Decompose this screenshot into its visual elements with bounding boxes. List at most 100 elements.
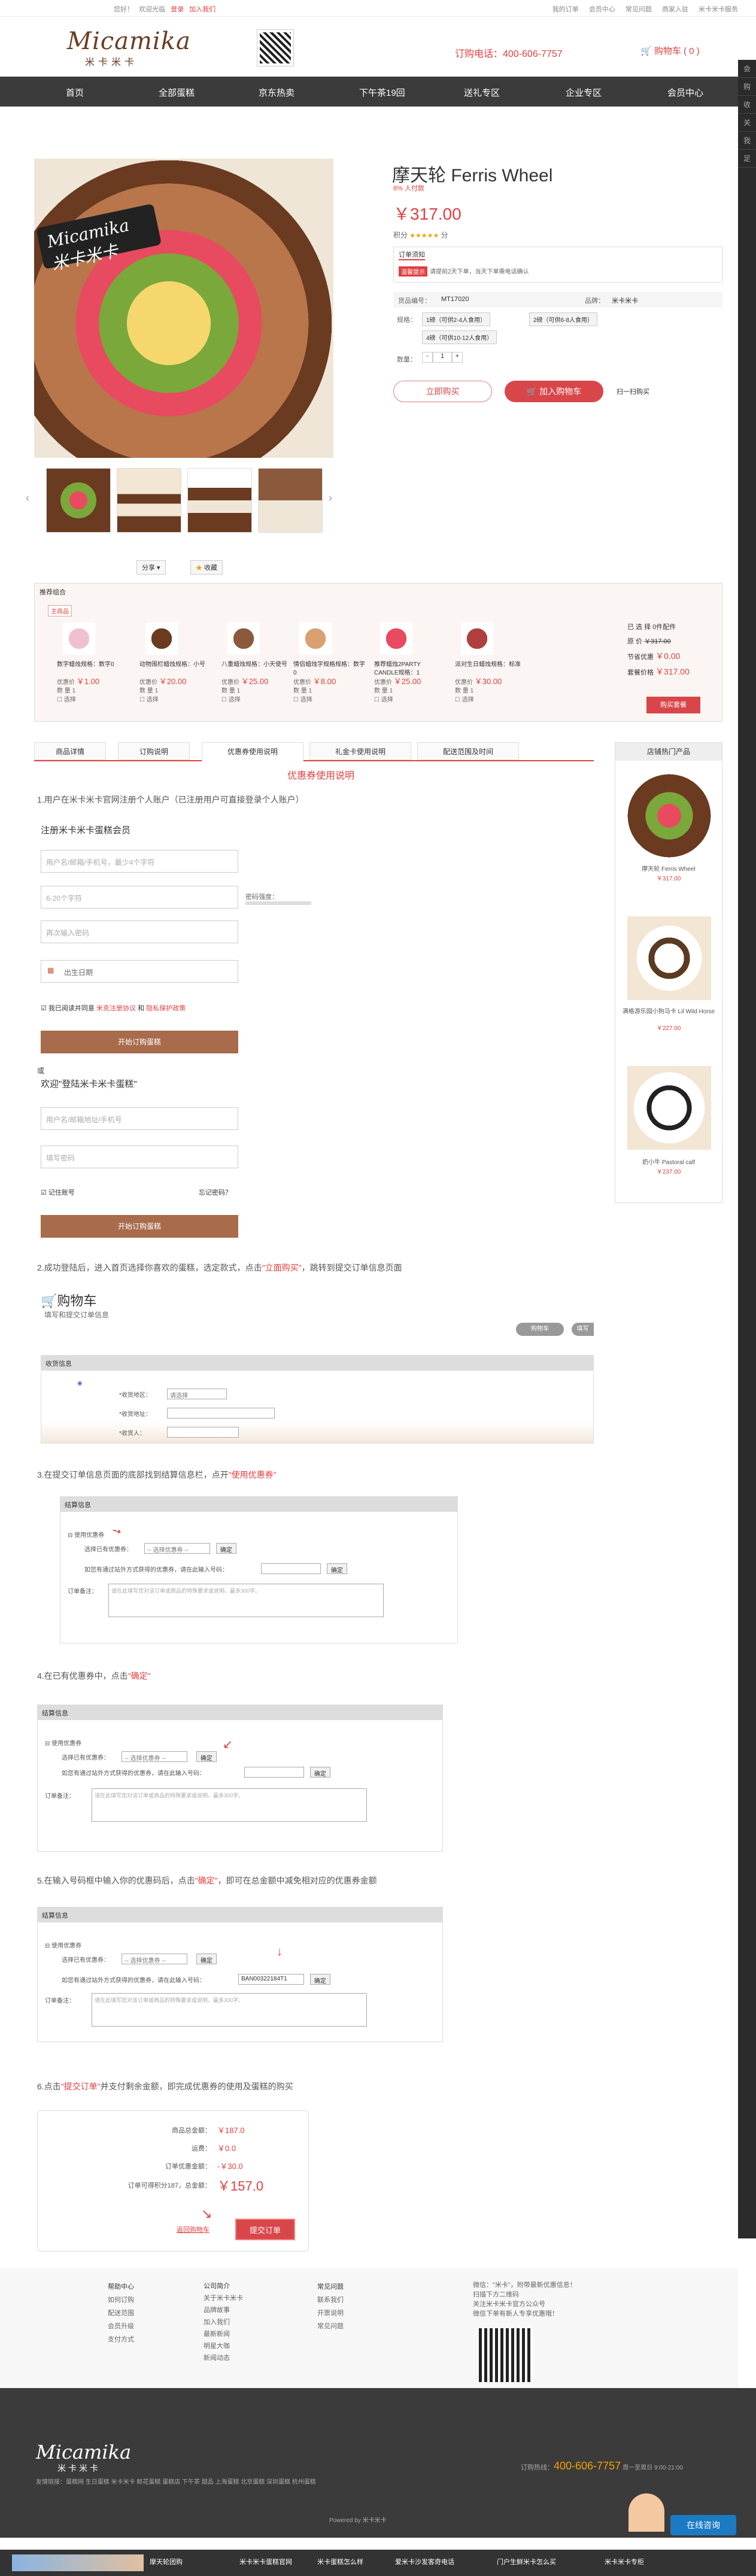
combo-item-qty[interactable]: 1 bbox=[155, 688, 159, 694]
hot-item-2-image[interactable] bbox=[627, 916, 711, 1000]
privacy-link[interactable]: 隐私保护政策 bbox=[146, 1005, 186, 1012]
back-cart-link[interactable]: 返回购物车 bbox=[177, 2225, 210, 2234]
thumb-4[interactable] bbox=[258, 468, 323, 533]
combo-item-name[interactable]: 推荐蜡烛2PARTY CANDLE规格：1 bbox=[374, 661, 446, 678]
bottom-link-1[interactable]: 摩天轮团购 bbox=[150, 2557, 183, 2566]
sidebar-fav-icon[interactable]: 收 bbox=[738, 96, 756, 114]
combo-item-image[interactable] bbox=[299, 622, 332, 655]
combo-item-name[interactable]: 情侣蜡烛字规格规格：数字0 bbox=[293, 661, 365, 678]
footer-link[interactable]: 配送范围 bbox=[108, 2307, 134, 2320]
submit-order-button[interactable]: 提交订单 bbox=[235, 2219, 295, 2240]
bottom-link-4[interactable]: 爱米卡沙发客奇电话 bbox=[395, 2557, 454, 2566]
hot-item-1-image[interactable] bbox=[627, 774, 711, 858]
agreement-link[interactable]: 米克注册协议 bbox=[96, 1005, 136, 1012]
spec-2[interactable]: 2磅（可供6-8人食用） bbox=[529, 312, 598, 326]
bottom-link-5[interactable]: 门户生鲜米卡怎么买 bbox=[497, 2557, 556, 2566]
combo-item-checkbox[interactable]: ☐ bbox=[293, 697, 300, 703]
sidebar-follow-icon[interactable]: 关 bbox=[738, 114, 756, 132]
merchant-link[interactable]: 商家入驻 bbox=[662, 6, 688, 13]
birthday-input[interactable]: ▦ 出生日期 bbox=[41, 960, 238, 983]
login-password-input[interactable]: 填写密码 bbox=[41, 1146, 238, 1168]
chat-avatar[interactable] bbox=[629, 2493, 664, 2532]
combo-item-qty[interactable]: 1 bbox=[390, 688, 393, 694]
tab-coupon[interactable]: 优惠券使用说明 bbox=[202, 742, 303, 761]
cart-link[interactable]: 🛒 购物车 ( 0 ) bbox=[640, 44, 700, 57]
code-input-3[interactable] bbox=[261, 1563, 321, 1574]
member-center-link[interactable]: 会员中心 bbox=[589, 6, 615, 13]
combo-item-image[interactable] bbox=[380, 622, 412, 655]
note-textarea-5[interactable]: 请在此填写您对该订单或商品的特殊要求或说明，最多300字。 bbox=[92, 1993, 367, 2027]
footer-link[interactable]: 新闻动态 bbox=[204, 2352, 243, 2364]
combo-item-checkbox[interactable]: ☐ bbox=[221, 697, 229, 703]
coupon-select-4[interactable]: -- 选择优惠券 -- bbox=[122, 1751, 187, 1762]
nav-all-cakes[interactable]: 全部蛋糕 bbox=[159, 86, 195, 99]
nav-home[interactable]: 首页 bbox=[66, 86, 84, 99]
combo-item-image[interactable] bbox=[227, 622, 260, 655]
note-textarea-4[interactable]: 请在此填写您对该订单或商品的特殊要求或说明，最多300字。 bbox=[92, 1788, 367, 1822]
login-username-input[interactable]: 用户名/邮箱地址/手机号 bbox=[41, 1107, 238, 1130]
nav-gift[interactable]: 送礼专区 bbox=[464, 86, 500, 99]
share-button[interactable]: 分享 ▾ bbox=[136, 560, 166, 575]
combo-item-image[interactable] bbox=[63, 622, 95, 655]
tab-details[interactable]: 商品详情 bbox=[34, 742, 106, 760]
region-select[interactable]: 请选择 bbox=[167, 1389, 227, 1399]
logo[interactable]: Micamika 米卡米卡 bbox=[67, 28, 205, 68]
service-link[interactable]: 米卡米卡服务 bbox=[699, 6, 738, 13]
combo-item-image[interactable] bbox=[461, 622, 493, 655]
footer-link[interactable]: 关于米卡米卡 bbox=[204, 2292, 243, 2304]
register-button[interactable]: 开始订购蛋糕 bbox=[41, 1031, 238, 1053]
coupon-confirm-5[interactable]: 确定 bbox=[196, 1954, 217, 1964]
footer-link[interactable]: 会员升级 bbox=[108, 2320, 134, 2333]
sidebar-mine-icon[interactable]: 我 bbox=[738, 132, 756, 150]
address-input[interactable] bbox=[167, 1408, 275, 1418]
bottom-link-2[interactable]: 米卡米卡蛋糕官网 bbox=[239, 2557, 292, 2566]
nav-member[interactable]: 会员中心 bbox=[667, 86, 703, 99]
combo-item-checkbox[interactable]: ☐ bbox=[374, 697, 381, 703]
combo-item-qty[interactable]: 1 bbox=[309, 688, 312, 694]
join-link[interactable]: 加入我们 bbox=[189, 6, 215, 13]
use-coupon-toggle-3[interactable]: ⊟ 使用优惠券 bbox=[68, 1530, 104, 1539]
bottom-link-6[interactable]: 米卡米卡专柜 bbox=[605, 2557, 644, 2566]
footer-link[interactable]: 最新新闻 bbox=[204, 2328, 243, 2340]
code-input-4[interactable] bbox=[244, 1767, 304, 1778]
hot-item-3-name[interactable]: 奶小牛 Pastoral calf bbox=[615, 1157, 722, 1166]
radio-icon[interactable]: ◉ bbox=[77, 1380, 83, 1387]
sidebar-member-icon[interactable]: 会 bbox=[738, 60, 756, 78]
tab-giftcard[interactable]: 礼金卡使用说明 bbox=[309, 742, 411, 760]
combo-item-name[interactable]: 八重蜡烛规格：小天使号 bbox=[221, 661, 293, 678]
name-input[interactable] bbox=[167, 1427, 239, 1438]
reg-password-input[interactable]: 6-20个字符 bbox=[41, 886, 238, 909]
spec-3[interactable]: 4磅（可供10-12人食用） bbox=[422, 330, 497, 344]
hot-item-3-image[interactable] bbox=[627, 1066, 711, 1150]
login-link[interactable]: 登录 bbox=[171, 6, 184, 13]
footer-link[interactable]: 支付方式 bbox=[108, 2333, 134, 2346]
thumb-prev-icon[interactable]: ‹ bbox=[26, 492, 29, 505]
code-confirm-3[interactable]: 确定 bbox=[327, 1563, 347, 1574]
faq-link[interactable]: 常见问题 bbox=[626, 6, 652, 13]
combo-item-checkbox[interactable]: ☐ bbox=[455, 697, 462, 703]
forgot-link[interactable]: 忘记密码？ bbox=[199, 1187, 232, 1197]
combo-item-qty[interactable]: 1 bbox=[72, 688, 76, 694]
qty-plus-button[interactable]: + bbox=[452, 352, 463, 363]
coupon-confirm-4[interactable]: 确定 bbox=[196, 1751, 217, 1762]
thumb-next-icon[interactable]: › bbox=[329, 492, 332, 505]
bottom-link-3[interactable]: 米卡蛋糕怎么样 bbox=[317, 2557, 363, 2566]
remember-row[interactable]: ☑ 记住账号 bbox=[41, 1187, 75, 1197]
combo-item-qty[interactable]: 1 bbox=[237, 688, 241, 694]
combo-tab[interactable]: 主商品 bbox=[48, 605, 72, 616]
combo-item-name[interactable]: 动物围栏蜡烛规格：小号 bbox=[139, 661, 211, 678]
add-to-cart-button[interactable]: 🛒 加入购物车 bbox=[505, 381, 603, 402]
nav-jd[interactable]: 京东热卖 bbox=[259, 86, 294, 99]
reg-username-input[interactable]: 用户名/邮箱/手机号，最少4个字符 bbox=[41, 850, 238, 873]
online-chat-button[interactable]: 在线咨询 bbox=[670, 2515, 736, 2535]
agree-checkbox[interactable]: ☑ bbox=[41, 1005, 47, 1012]
combo-item-qty[interactable]: 1 bbox=[470, 688, 474, 694]
footer-link[interactable]: 开票说明 bbox=[317, 2307, 344, 2320]
qty-input[interactable]: 1 bbox=[433, 352, 452, 363]
product-main-image[interactable]: Micamika 米卡米卡 bbox=[34, 159, 333, 458]
footer-link[interactable]: 品牌故事 bbox=[204, 2304, 243, 2316]
sidebar-history-icon[interactable]: 足 bbox=[738, 150, 756, 168]
sidebar-cart-icon[interactable]: 购 bbox=[738, 78, 756, 96]
hot-item-1-name[interactable]: 摩天轮 Ferris Wheel bbox=[615, 864, 722, 873]
thumb-1[interactable] bbox=[46, 468, 111, 533]
